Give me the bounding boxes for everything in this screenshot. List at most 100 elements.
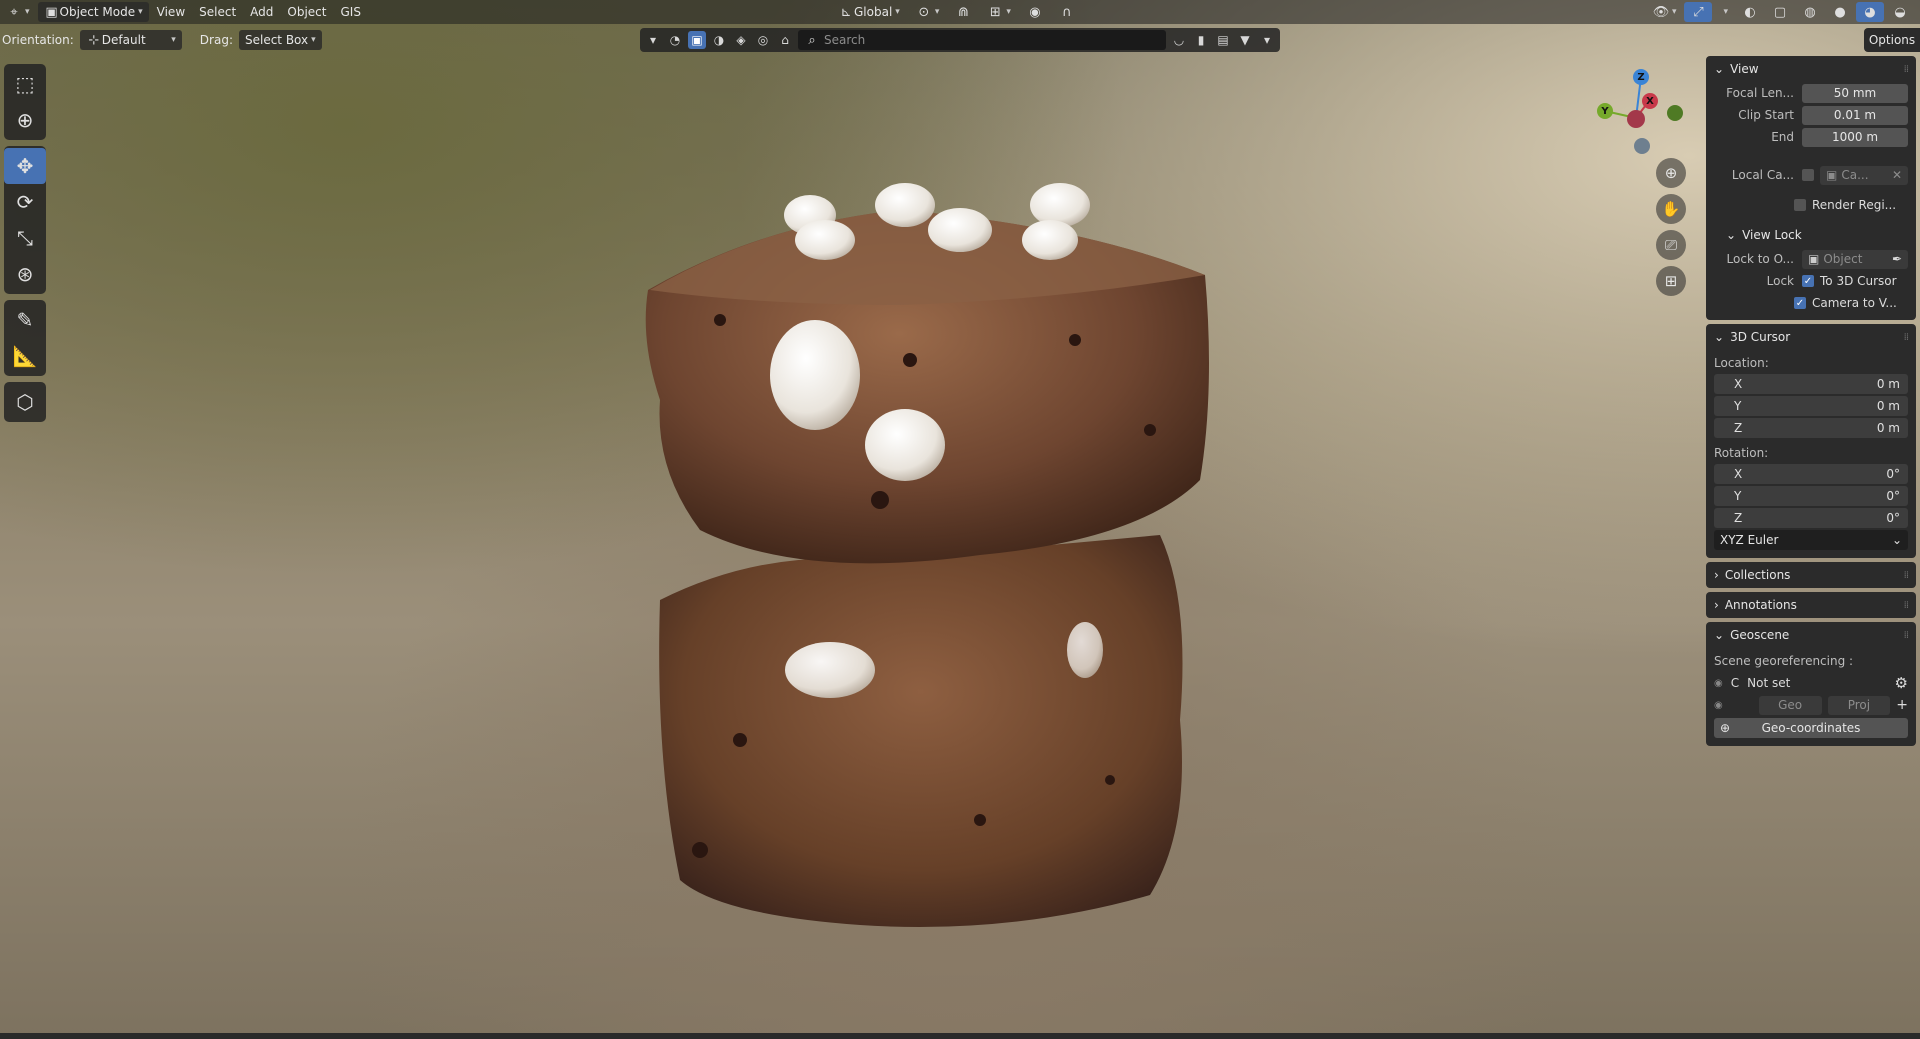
gear-icon[interactable]: ⚙: [1895, 674, 1908, 692]
render-region-checkbox[interactable]: [1794, 199, 1806, 211]
navigation-gizmo[interactable]: Z Y X: [1596, 64, 1686, 164]
drag-handle-icon[interactable]: ⁞⁞: [1904, 600, 1909, 611]
gizmo-neg-x-axis[interactable]: [1627, 110, 1645, 128]
menu-gis[interactable]: GIS: [335, 2, 367, 22]
scale-tool[interactable]: ⤡: [4, 220, 46, 256]
scene-icon[interactable]: ⌂: [776, 31, 794, 49]
lock-object-field[interactable]: ▣ Object ✒: [1802, 249, 1908, 269]
camera-to-view-label: Camera to V...: [1812, 296, 1897, 310]
drag-handle-icon[interactable]: ⁞⁞: [1904, 332, 1909, 343]
radio-icon[interactable]: ◉: [1714, 678, 1723, 689]
color-wheel-icon[interactable]: ◔: [666, 31, 684, 49]
proportional-edit-toggle[interactable]: ◉: [1021, 2, 1049, 22]
local-camera-checkbox[interactable]: [1802, 169, 1814, 181]
cursor-rotation-x[interactable]: X 0°: [1714, 464, 1908, 484]
lock-to-cursor-checkbox[interactable]: ✓: [1802, 275, 1814, 287]
menu-view[interactable]: View: [151, 2, 191, 22]
gizmo-x-axis[interactable]: X: [1642, 93, 1658, 109]
zoom-button[interactable]: ⊕: [1656, 158, 1686, 188]
clip-end-label: End: [1771, 130, 1794, 144]
menu-object[interactable]: Object: [281, 2, 332, 22]
geo-button[interactable]: Geo: [1758, 695, 1822, 715]
focal-length-field[interactable]: 50 mm: [1802, 83, 1908, 103]
gizmo-dropdown[interactable]: ▾: [1714, 2, 1734, 22]
drag-select[interactable]: Select Box ▾: [238, 30, 322, 50]
rotate-tool[interactable]: ⟳: [4, 184, 46, 220]
filter-icon[interactable]: ▼: [1236, 31, 1254, 49]
collections-header[interactable]: › Collections ⁞⁞: [1706, 562, 1916, 588]
measure-tool[interactable]: 📐: [4, 338, 46, 374]
gizmo-z-axis[interactable]: Z: [1633, 69, 1649, 85]
cursor-location-z[interactable]: Z 0 m: [1714, 418, 1908, 438]
gizmo-toggle[interactable]: ⤢: [1684, 2, 1713, 22]
mode-select[interactable]: ▣ Object Mode ▾: [37, 2, 149, 22]
object-select-icon[interactable]: ▣: [688, 31, 706, 49]
snap-target-select[interactable]: ⊞ ▾: [981, 2, 1017, 22]
radio-icon[interactable]: ◉: [1714, 700, 1723, 711]
clip-end-field[interactable]: 1000 m: [1802, 127, 1908, 147]
shading-rendered[interactable]: ◒: [1886, 2, 1914, 22]
orientation-select[interactable]: ⊹ Default ▾: [79, 30, 182, 50]
bookmark-icon[interactable]: ▮: [1192, 31, 1210, 49]
axis-label: Y: [1734, 489, 1742, 503]
material-icon[interactable]: ◈: [732, 31, 750, 49]
world-icon[interactable]: ◎: [754, 31, 772, 49]
cursor-location-x[interactable]: X 0 m: [1714, 374, 1908, 394]
cursor-location-y[interactable]: Y 0 m: [1714, 396, 1908, 416]
display-mode-icon[interactable]: ▤: [1214, 31, 1232, 49]
search-input[interactable]: ⌕ Search: [798, 30, 1166, 50]
snap-toggle[interactable]: ⋒: [949, 2, 977, 22]
annotate-tool[interactable]: ✎: [4, 302, 46, 338]
annotations-header[interactable]: › Annotations ⁞⁞: [1706, 592, 1916, 618]
drag-handle-icon[interactable]: ⁞⁞: [1904, 64, 1909, 75]
local-camera-field[interactable]: ▣ Ca... ✕: [1820, 165, 1908, 185]
filter-options-dropdown[interactable]: ▾: [1258, 31, 1276, 49]
shading-wireframe[interactable]: ◍: [1796, 2, 1824, 22]
gizmo-neg-y-axis[interactable]: [1667, 105, 1683, 121]
menu-select[interactable]: Select: [193, 2, 242, 22]
transform-tool[interactable]: ⊛: [4, 256, 46, 292]
geo-coordinates-button[interactable]: ⊕ Geo-coordinates: [1714, 718, 1908, 738]
falloff-select[interactable]: ∩: [1053, 2, 1081, 22]
cursor-rotation-z[interactable]: Z 0°: [1714, 508, 1908, 528]
overlays-toggle[interactable]: ◐: [1736, 2, 1764, 22]
view-panel-header[interactable]: ⌄ View ⁞⁞: [1706, 56, 1916, 82]
geoscene-header[interactable]: ⌄ Geoscene ⁞⁞: [1706, 622, 1916, 648]
add-cube-tool[interactable]: ⬡: [4, 384, 46, 420]
scene-georef-label: Scene georeferencing :: [1714, 654, 1854, 668]
asset-library-icon[interactable]: ◡: [1170, 31, 1188, 49]
select-box-tool[interactable]: ⬚: [4, 66, 46, 102]
clip-start-field[interactable]: 0.01 m: [1802, 105, 1908, 125]
sphere-icon[interactable]: ◑: [710, 31, 728, 49]
gizmo-neg-z-axis[interactable]: [1634, 138, 1650, 154]
rotation-mode-select[interactable]: XYZ Euler ⌄: [1714, 530, 1908, 550]
move-tool[interactable]: ✥: [4, 148, 46, 184]
3d-cursor-header[interactable]: ⌄ 3D Cursor ⁞⁞: [1706, 324, 1916, 350]
filter-dropdown[interactable]: ▾: [644, 31, 662, 49]
xray-toggle[interactable]: ▢: [1766, 2, 1794, 22]
drag-handle-icon[interactable]: ⁞⁞: [1904, 570, 1909, 581]
transform-orientation-select[interactable]: ⊾ Global ▾: [832, 2, 906, 22]
pan-button[interactable]: ✋: [1656, 194, 1686, 224]
drag-handle-icon[interactable]: ⁞⁞: [1904, 630, 1909, 641]
camera-to-view-checkbox[interactable]: ✓: [1794, 297, 1806, 309]
cursor-rotation-y[interactable]: Y 0°: [1714, 486, 1908, 506]
editor-type-button[interactable]: ⌖ ▾: [0, 2, 36, 22]
pivot-point-select[interactable]: ⊙ ▾: [910, 2, 946, 22]
clear-icon[interactable]: ✕: [1892, 168, 1902, 182]
proj-button[interactable]: Proj: [1827, 695, 1891, 715]
shading-material[interactable]: ◕: [1856, 2, 1884, 22]
eyedropper-icon[interactable]: ✒: [1892, 252, 1902, 266]
view-lock-header[interactable]: ⌄ View Lock: [1706, 222, 1916, 248]
pivot-icon: ⊙: [918, 4, 930, 20]
rendered-sphere-icon: ◒: [1894, 4, 1906, 20]
cursor-tool[interactable]: ⊕: [4, 102, 46, 138]
menu-add[interactable]: Add: [244, 2, 279, 22]
visibility-select[interactable]: 👁 ▾: [1647, 2, 1683, 22]
ortho-toggle-button[interactable]: ⊞: [1656, 266, 1686, 296]
shading-solid[interactable]: ●: [1826, 2, 1854, 22]
options-button[interactable]: Options: [1864, 28, 1920, 52]
camera-view-button[interactable]: ⎚: [1656, 230, 1686, 260]
gizmo-y-axis[interactable]: Y: [1597, 103, 1613, 119]
plus-icon[interactable]: +: [1896, 697, 1908, 713]
